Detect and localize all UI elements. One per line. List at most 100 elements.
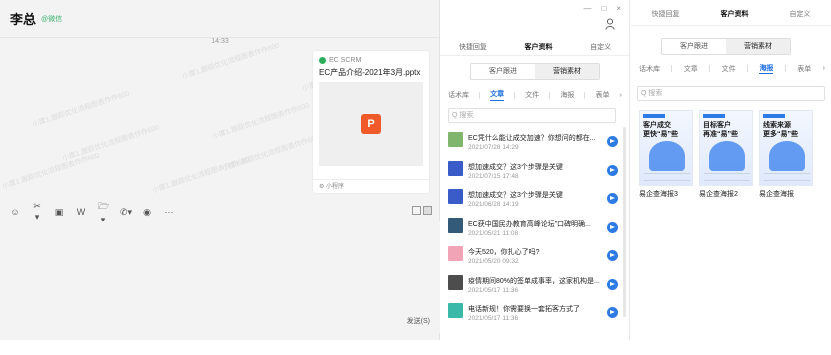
tab-customer-info[interactable]: 客户资料: [721, 9, 749, 19]
tab-customer-info[interactable]: 客户资料: [524, 42, 552, 52]
panel-tabs: 快捷回复 客户资料 自定义: [440, 38, 630, 56]
divider: [584, 91, 586, 99]
subtab-forms[interactable]: 表单: [596, 90, 610, 100]
phone-icon[interactable]: ✆▾: [120, 207, 132, 218]
send-button[interactable]: 发送(S): [407, 316, 430, 326]
subtab-scripts[interactable]: 话术库: [639, 64, 660, 74]
ec-logo-icon: [319, 57, 326, 64]
segment-marketing[interactable]: 营销素材: [535, 64, 599, 79]
panel-toggle: [412, 206, 432, 215]
card-preview: P: [319, 82, 423, 166]
image-icon[interactable]: ▣: [54, 207, 64, 218]
send-icon[interactable]: [607, 164, 618, 176]
subtab-files[interactable]: 文件: [525, 90, 539, 100]
article-date: 2021/05/20 09:32: [468, 258, 519, 265]
divider: [671, 65, 673, 72]
card-source: EC SCRM: [319, 57, 423, 64]
subtab-posters[interactable]: 海报: [759, 63, 774, 74]
send-icon[interactable]: [607, 136, 618, 147]
list-item[interactable]: EC凭什么能让成交加速？你想问的都在... 2021/07/28 14:29: [440, 127, 630, 156]
article-title: EC凭什么能让成交加速？你想问的都在...: [468, 135, 596, 142]
subtab-scripts[interactable]: 话术库: [448, 90, 469, 100]
poster-card[interactable]: 线索来源 更多“易”些 易企查海报: [759, 110, 813, 199]
list-item[interactable]: EC获中国民办教育高峰论坛”口碑明确... 2021/05/21 11:08: [440, 213, 630, 242]
list-item[interactable]: 想加速成交？这3个步骤是关键 2021/07/15 17:48: [440, 156, 630, 185]
record-icon[interactable]: ◉: [142, 207, 152, 218]
tab-quick-reply[interactable]: 快捷回复: [459, 42, 487, 52]
close-icon[interactable]: ×: [616, 4, 621, 13]
sidebar-toggle-icon[interactable]: [423, 206, 432, 215]
article-date: 2021/05/17 11:36: [468, 286, 519, 294]
wechat-tag: @微信: [41, 15, 63, 23]
send-icon[interactable]: [607, 193, 618, 204]
poster-subheadline: 更多“易”些: [763, 131, 798, 138]
article-title: 今天520，你扎心了吗?: [468, 249, 540, 256]
divider: [709, 65, 711, 72]
subtab-files[interactable]: 文件: [722, 64, 736, 74]
poster-card[interactable]: 客户成交 更快“易”些 易企查海报3: [639, 110, 693, 199]
search-input[interactable]: Q 搜索: [637, 86, 825, 101]
poster-card[interactable]: 目标客户 再准“易”些 易企查海报2: [699, 110, 753, 199]
send-icon[interactable]: [607, 278, 618, 290]
contact-name[interactable]: 李总: [10, 9, 36, 28]
message-area: 小度1.跟踪优化流程图表作作600 小度1.跟踪优化流程图表作作600 小度1.…: [0, 38, 440, 202]
word-doc-icon[interactable]: W: [76, 207, 86, 217]
card-file-title: EC产品介绍-2021年3月.pptx: [319, 68, 421, 77]
subtab-forms[interactable]: 表单: [797, 64, 811, 74]
list-item[interactable]: 电话新规！你需要换一套拓客方式了 2021/05/17 11:36: [440, 298, 630, 327]
chevron-right-icon[interactable]: ›: [620, 92, 622, 99]
chat-header: 李总 @微信: [0, 0, 439, 38]
chevron-right-icon[interactable]: ›: [823, 65, 825, 72]
message-input[interactable]: 发送(S): [0, 221, 440, 333]
subtab-articles[interactable]: 文章: [490, 89, 505, 101]
poster-subheadline: 更快“易”些: [643, 131, 678, 138]
article-thumbnail: [448, 246, 463, 261]
file-message-card[interactable]: EC SCRM EC产品介绍-2021年3月.pptx P ⚙ 小程序: [313, 51, 429, 193]
article-thumbnail: [448, 132, 463, 147]
segment-control: 客户跟进 营销素材: [661, 38, 791, 55]
material-subtabs: 话术库 文章 文件 海报 表单 ›: [639, 63, 825, 74]
tab-custom[interactable]: 自定义: [590, 42, 611, 52]
subtab-posters[interactable]: 海报: [560, 90, 574, 100]
layout-icon[interactable]: [412, 206, 421, 215]
article-thumbnail: [448, 217, 463, 233]
subtab-articles[interactable]: 文章: [684, 64, 698, 74]
segment-marketing[interactable]: 营销素材: [726, 39, 790, 54]
list-item[interactable]: 疫情期间80%的签单成事率，这家机构是... 2021/05/17 11:36: [440, 270, 630, 299]
tab-quick-reply[interactable]: 快捷回复: [652, 9, 680, 19]
search-input[interactable]: Q 搜索: [448, 108, 616, 123]
more-icon[interactable]: ···: [164, 207, 174, 217]
segment-follow-up[interactable]: 客户跟进: [662, 39, 726, 54]
article-date: 2021/07/28 14:29: [468, 144, 519, 151]
article-title: 想加速成交？这3个步骤是关键: [468, 192, 563, 199]
segment-follow-up[interactable]: 客户跟进: [471, 64, 535, 79]
emoji-icon[interactable]: ☺: [10, 207, 20, 217]
poster-illustration: [769, 141, 805, 171]
article-title: 电话新规！你需要换一套拓客方式了: [468, 306, 580, 313]
person-icon[interactable]: [605, 18, 615, 30]
send-icon[interactable]: [607, 307, 618, 318]
send-icon[interactable]: [607, 221, 618, 233]
list-item[interactable]: 想加速成交？这3个步骤是关键 2021/06/28 14:19: [440, 184, 630, 213]
mini-program-icon: ⚙: [319, 184, 327, 190]
screenshot-icon[interactable]: ✂▾: [32, 201, 42, 223]
list-item[interactable]: 今天520，你扎心了吗? 2021/05/20 09:32: [440, 241, 630, 270]
tab-custom[interactable]: 自定义: [790, 9, 811, 19]
divider: [549, 91, 551, 99]
article-title: 想加速成交？这3个步骤是关键: [468, 163, 563, 171]
panel-tabs: 快捷回复 客户资料 自定义: [631, 9, 831, 26]
material-subtabs: 话术库 文章 文件 海报 表单 ›: [448, 88, 622, 102]
poster-caption: 易企查海报: [759, 191, 794, 198]
send-icon[interactable]: [607, 250, 618, 261]
article-title: 疫情期间80%的签单成事率，这家机构是...: [468, 277, 600, 285]
scrollbar[interactable]: [623, 127, 626, 317]
maximize-icon[interactable]: □: [601, 4, 606, 13]
poster-caption: 易企查海报3: [639, 191, 678, 198]
card-footer-label: 小程序: [326, 184, 345, 190]
divider: [747, 65, 749, 72]
poster-illustration: [649, 141, 685, 171]
poster-grid: 客户成交 更快“易”些 易企查海报3 目标客户 再准“易”些 易企查海报2 线索…: [639, 110, 827, 199]
card-footer: ⚙ 小程序: [313, 179, 429, 193]
minimize-icon[interactable]: —: [583, 4, 591, 13]
poster-caption: 易企查海报2: [699, 191, 738, 198]
